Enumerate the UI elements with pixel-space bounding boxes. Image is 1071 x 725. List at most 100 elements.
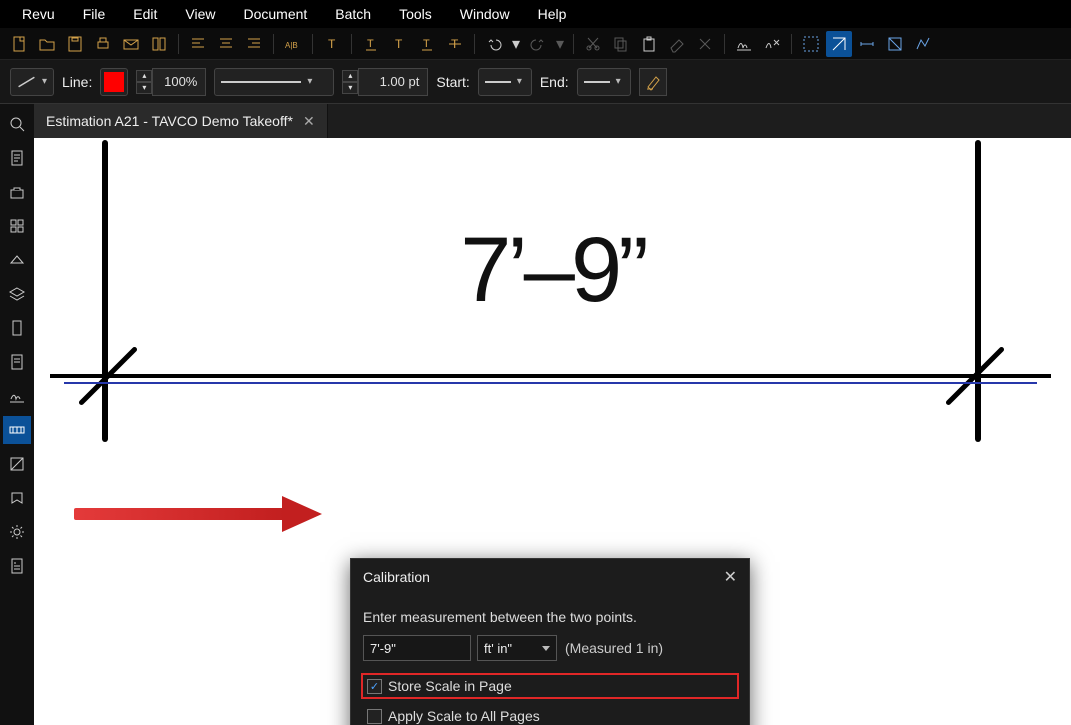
menu-file[interactable]: File [69,2,120,26]
new-file-icon[interactable] [6,31,32,57]
menu-revu[interactable]: Revu [8,2,69,26]
separator [312,34,313,54]
settings-icon[interactable] [3,518,31,546]
paste-icon[interactable] [636,31,662,57]
measurements-icon[interactable] [3,416,31,444]
checkbox-icon[interactable] [367,709,382,724]
separator [351,34,352,54]
dynamic-fill-icon[interactable] [826,31,852,57]
width-spinner[interactable]: ▴▾ 1.00 pt [342,68,428,96]
spaces-icon[interactable] [3,484,31,512]
undo-dropdown-icon[interactable]: ▾ [509,31,523,57]
open-folder-icon[interactable] [34,31,60,57]
start-cap-dropdown[interactable]: ▾ [478,68,532,96]
opacity-value[interactable]: 100% [152,68,206,96]
redo-icon[interactable] [525,31,551,57]
measured-hint: (Measured 1 in) [565,640,663,656]
line-style-dropdown[interactable]: ▾ [214,68,334,96]
width-value[interactable]: 1.00 pt [358,68,428,96]
menu-batch[interactable]: Batch [321,2,385,26]
signatures-panel-icon[interactable] [3,382,31,410]
spinner-down-icon[interactable]: ▾ [136,82,152,94]
text-underline2-icon[interactable]: T [414,31,440,57]
unit-dropdown[interactable]: ft' in" [477,635,557,661]
forms-icon[interactable] [3,552,31,580]
dimension-tick-left [68,336,148,416]
thumbnails-icon[interactable] [3,212,31,240]
chevron-down-icon: ▾ [42,76,47,87]
dialog-titlebar[interactable]: Calibration ✕ [351,559,749,595]
compare-icon[interactable] [146,31,172,57]
menu-bar: Revu File Edit View Document Batch Tools… [0,0,1071,28]
toolbox-icon[interactable] [3,178,31,206]
apply-all-checkbox-row[interactable]: Apply Scale to All Pages [363,705,737,725]
separator [474,34,475,54]
dimension-tick-right [935,336,1015,416]
svg-text:A|B: A|B [285,41,298,50]
spinner-down-icon[interactable]: ▾ [342,82,358,94]
svg-text:T: T [367,38,374,50]
crop-icon[interactable] [882,31,908,57]
text-strike-icon[interactable]: T [442,31,468,57]
text-annotation-icon[interactable]: A|B [280,31,306,57]
polyline-crop-icon[interactable] [910,31,936,57]
menu-help[interactable]: Help [524,2,581,26]
chevron-down-icon: ▾ [616,76,621,87]
highlighter-button[interactable] [639,68,667,96]
text-t2-icon[interactable]: T [386,31,412,57]
align-right-icon[interactable] [241,31,267,57]
menu-tools[interactable]: Tools [385,2,446,26]
end-cap-dropdown[interactable]: ▾ [577,68,631,96]
svg-text:T: T [423,38,430,50]
align-center-icon[interactable] [213,31,239,57]
signature-icon[interactable] [731,31,757,57]
separator [724,34,725,54]
store-scale-checkbox-row[interactable]: ✓ Store Scale in Page [363,675,737,697]
spinner-up-icon[interactable]: ▴ [342,70,358,82]
dimension-tool-icon[interactable] [798,31,824,57]
opacity-spinner[interactable]: ▴▾ 100% [136,68,206,96]
search-icon[interactable] [3,110,31,138]
document-canvas[interactable]: 7’–9” Calibration ✕ Enter measurement be… [34,138,1071,725]
calibration-line[interactable] [64,382,1037,384]
properties-icon[interactable] [3,348,31,376]
separator [178,34,179,54]
separator [573,34,574,54]
close-icon[interactable]: ✕ [303,113,315,130]
measure-w-icon[interactable] [854,31,880,57]
store-scale-label: Store Scale in Page [388,678,512,694]
text-t-icon[interactable]: T [319,31,345,57]
print-icon[interactable] [90,31,116,57]
save-icon[interactable] [62,31,88,57]
cloud-icon[interactable] [3,246,31,274]
close-icon[interactable]: ✕ [724,567,737,587]
signature-cancel-icon[interactable] [759,31,785,57]
measurement-input[interactable] [363,635,471,661]
layers-icon[interactable] [3,280,31,308]
cut-icon[interactable] [580,31,606,57]
line-color-label: Line: [62,74,92,90]
dialog-title: Calibration [363,569,430,585]
undo-icon[interactable] [481,31,507,57]
align-left-icon[interactable] [185,31,211,57]
line-color-picker[interactable] [100,68,128,96]
menu-edit[interactable]: Edit [119,2,171,26]
links-icon[interactable] [3,450,31,478]
file-info-icon[interactable] [3,144,31,172]
tab-title: Estimation A21 - TAVCO Demo Takeoff* [46,113,293,129]
checkbox-icon[interactable]: ✓ [367,679,382,694]
text-underline-icon[interactable]: T [358,31,384,57]
menu-document[interactable]: Document [229,2,321,26]
erase-icon[interactable] [664,31,690,57]
spinner-up-icon[interactable]: ▴ [136,70,152,82]
menu-view[interactable]: View [171,2,229,26]
email-icon[interactable] [118,31,144,57]
start-cap-label: Start: [436,74,469,90]
document-tab[interactable]: Estimation A21 - TAVCO Demo Takeoff* ✕ [34,104,328,138]
menu-window[interactable]: Window [446,2,524,26]
bookmarks-icon[interactable] [3,314,31,342]
redo-dropdown-icon[interactable]: ▾ [553,31,567,57]
line-tool-dropdown[interactable]: ▾ [10,68,54,96]
copy-icon[interactable] [608,31,634,57]
delete-x-icon[interactable] [692,31,718,57]
